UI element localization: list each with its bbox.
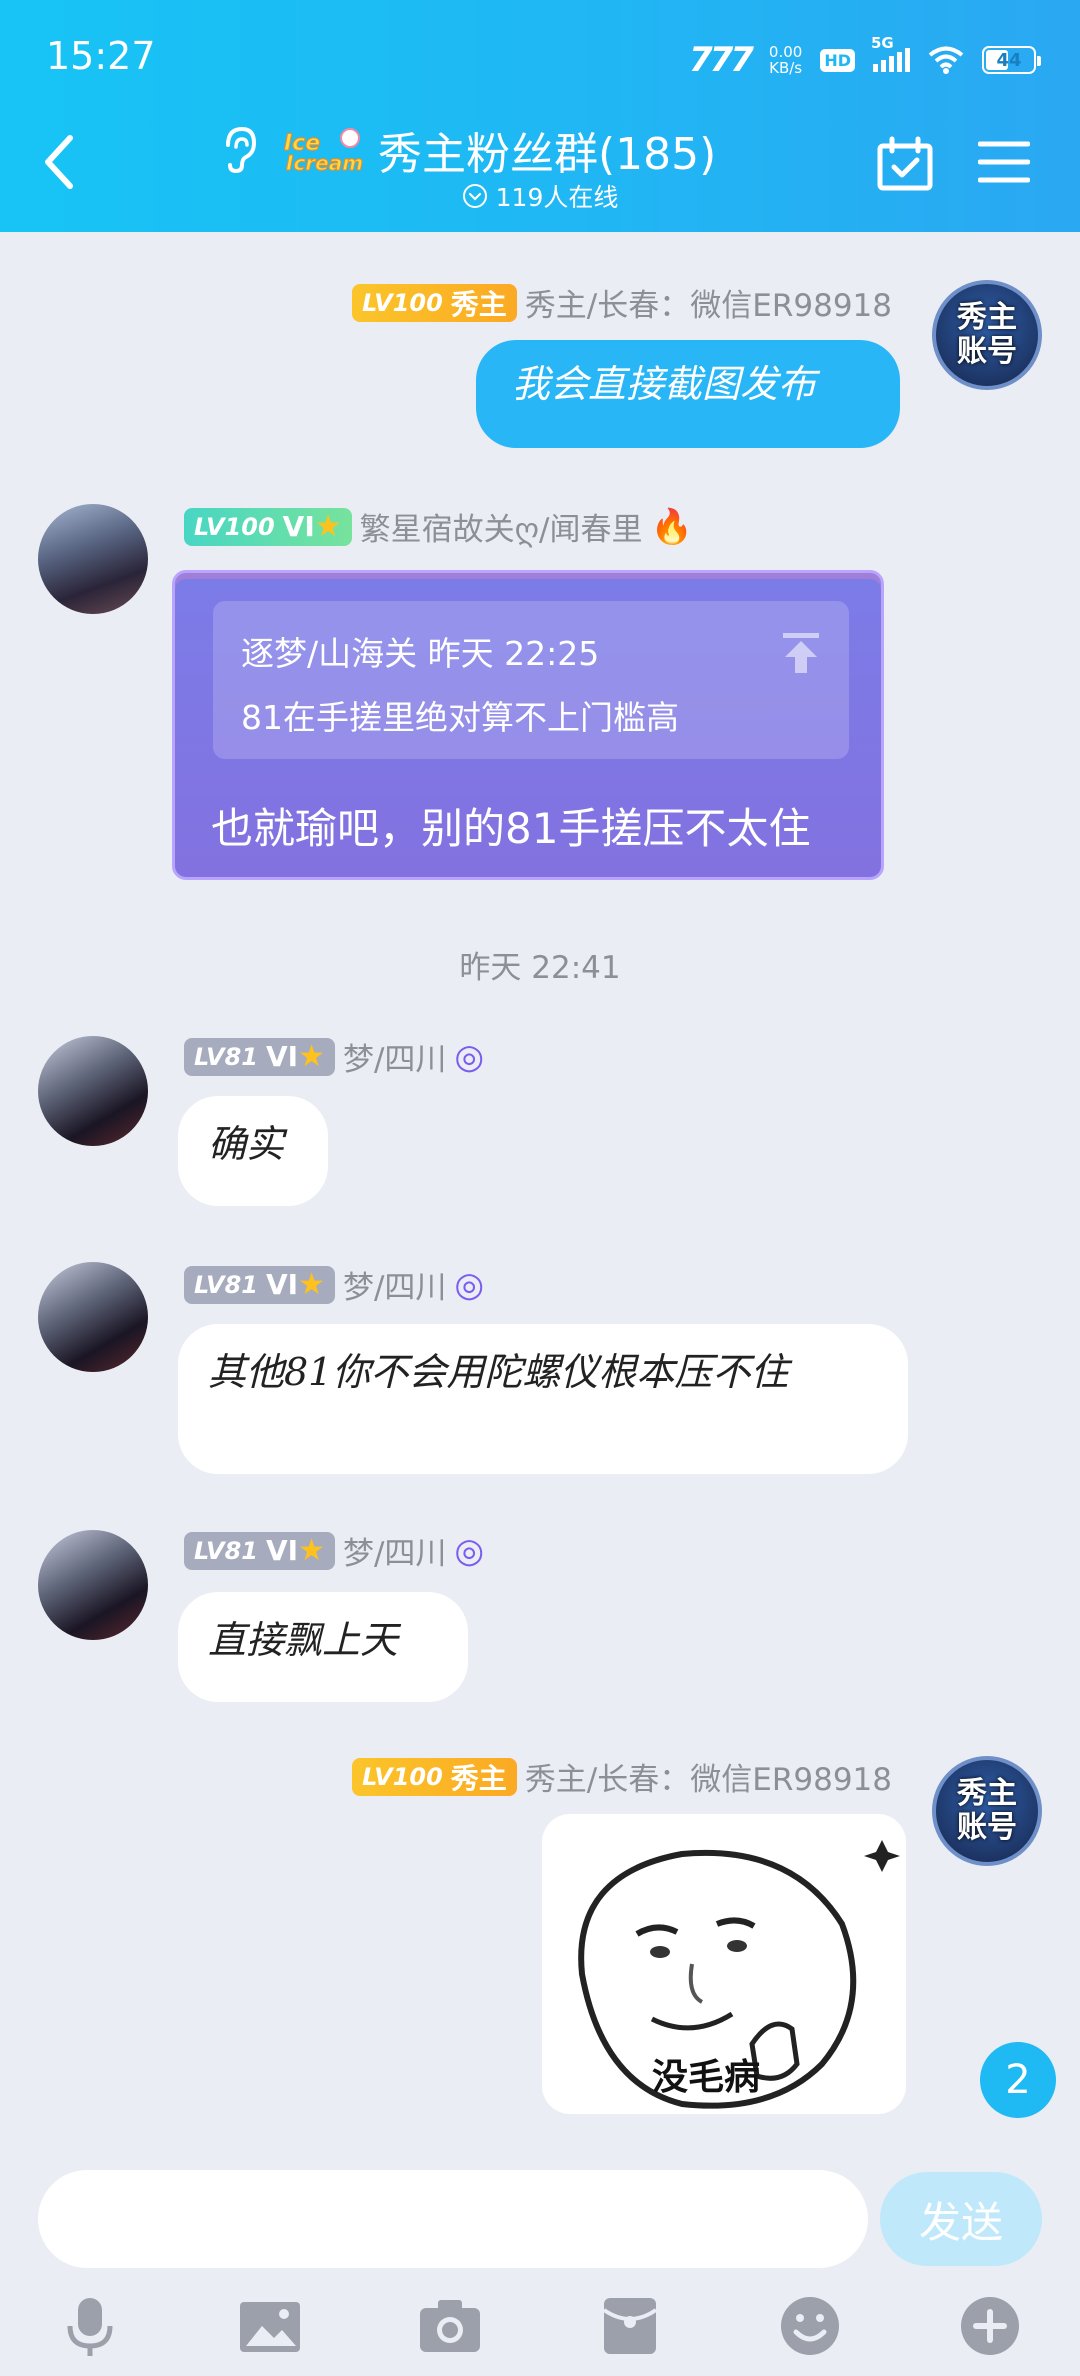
status-time: 15:27 bbox=[46, 34, 156, 78]
level-text: LV81 bbox=[194, 1270, 258, 1299]
title-text: VI bbox=[265, 1268, 299, 1301]
battery-icon: 44 bbox=[982, 46, 1041, 74]
message-text: 其他81你不会用陀螺仪根本压不住 bbox=[208, 1350, 789, 1394]
title-text: VI bbox=[265, 1040, 299, 1073]
message-meta: LV100 秀主 秀主/长春：微信ER98918 bbox=[352, 1754, 892, 1799]
message-bubble[interactable]: 直接飘上天 bbox=[178, 1592, 468, 1702]
star-icon: ★ bbox=[298, 1039, 325, 1074]
camera-icon[interactable] bbox=[418, 2294, 482, 2358]
message-text: 我会直接截图发布 bbox=[512, 362, 817, 406]
chat-header: 15:27 777 0.00 KB/s HD 5G 44 Ice Icream … bbox=[0, 0, 1080, 232]
sender-name: 梦/四川 bbox=[342, 1536, 447, 1572]
quote-text: 81在手搓里绝对算不上门槛高 bbox=[241, 698, 679, 737]
wifi-icon bbox=[928, 46, 964, 74]
title-text: 秀主 bbox=[450, 1761, 507, 1795]
sender-name: 秀主/长春：微信ER98918 bbox=[524, 288, 892, 324]
hd-icon: HD bbox=[820, 48, 855, 72]
avatar-text: 秀主 bbox=[957, 1776, 1017, 1811]
level-badge: LV81 VI ★ bbox=[184, 1037, 335, 1076]
level-badge: LV81 VI ★ bbox=[184, 1265, 335, 1304]
network-speed: 0.00 KB/s bbox=[769, 44, 802, 76]
level-badge: LV100 秀主 bbox=[352, 1757, 517, 1796]
avatar-text: 秀主 bbox=[957, 300, 1017, 335]
speed-unit: KB/s bbox=[769, 59, 803, 77]
time-separator: 昨天 22:41 bbox=[459, 950, 621, 986]
swirl-icon: ◎ bbox=[454, 1264, 485, 1305]
message-bubble[interactable]: 确实 bbox=[178, 1096, 328, 1206]
title-text: VI bbox=[282, 510, 315, 543]
title-text: VI bbox=[265, 1534, 299, 1567]
avatar-text: 账号 bbox=[957, 1810, 1017, 1845]
message-bubble[interactable]: 逐梦/山海关 昨天 22:25 81在手搓里绝对算不上门槛高 也就瑜吧，别的81… bbox=[172, 570, 884, 880]
chevron-down-circle-icon bbox=[462, 184, 487, 208]
group-title: 秀主粉丝群(185) bbox=[378, 129, 717, 180]
message-text: 确实 bbox=[208, 1122, 285, 1166]
message-meta: LV100 秀主 秀主/长春：微信ER98918 bbox=[352, 280, 892, 325]
carrier-logo: 777 bbox=[688, 40, 754, 80]
sender-name: 梦/四川 bbox=[342, 1042, 447, 1078]
avatar[interactable]: 秀主 账号 bbox=[932, 1756, 1042, 1866]
level-text: LV100 bbox=[362, 288, 443, 317]
sticker-caption: 没毛病 bbox=[652, 2057, 760, 2098]
battery-level: 44 bbox=[996, 49, 1022, 71]
level-text: LV81 bbox=[194, 1042, 258, 1071]
plus-icon[interactable] bbox=[958, 2294, 1022, 2358]
swirl-icon: ◎ bbox=[454, 1530, 485, 1571]
title-area[interactable]: Ice Icream 秀主粉丝群(185) bbox=[220, 118, 860, 182]
send-button[interactable]: 发送 bbox=[880, 2172, 1042, 2266]
emoji-icon[interactable] bbox=[778, 2294, 842, 2358]
sender-name: 秀主/长春：微信ER98918 bbox=[524, 1762, 892, 1798]
quoted-message[interactable]: 逐梦/山海关 昨天 22:25 81在手搓里绝对算不上门槛高 bbox=[213, 601, 849, 759]
image-icon[interactable] bbox=[238, 2294, 302, 2358]
avatar[interactable] bbox=[38, 1036, 148, 1146]
level-badge: LV100 秀主 bbox=[352, 283, 517, 322]
ice-cream-logo: Ice Icream bbox=[284, 128, 364, 174]
sender-name: 梦/四川 bbox=[342, 1270, 447, 1306]
avatar[interactable] bbox=[38, 1530, 148, 1640]
signal-icon: 5G bbox=[871, 34, 910, 72]
fire-icon: 🔥 bbox=[650, 506, 693, 547]
message-bubble[interactable]: 我会直接截图发布 bbox=[476, 340, 900, 448]
online-count: 119人在线 bbox=[495, 183, 619, 212]
avatar[interactable]: 秀主 账号 bbox=[932, 280, 1042, 390]
message-text: 直接飘上天 bbox=[208, 1618, 399, 1662]
message-bubble[interactable]: 其他81你不会用陀螺仪根本压不住 bbox=[178, 1324, 908, 1474]
message-meta: LV81 VI ★ 梦/四川 ◎ bbox=[184, 1034, 484, 1079]
status-icons: 777 0.00 KB/s HD 5G 44 bbox=[688, 34, 1041, 80]
star-icon: ★ bbox=[314, 509, 342, 544]
meme-face-icon: 没毛病 bbox=[578, 1840, 900, 2109]
svg-text:Icream: Icream bbox=[286, 151, 363, 174]
calendar-check-button[interactable] bbox=[876, 136, 934, 192]
quote-header: 逐梦/山海关 昨天 22:25 bbox=[241, 634, 600, 673]
ear-icon[interactable] bbox=[220, 125, 258, 175]
microphone-icon[interactable] bbox=[58, 2294, 122, 2358]
menu-button[interactable] bbox=[978, 138, 1030, 186]
level-badge: LV81 VI ★ bbox=[184, 1531, 335, 1570]
sticker-image[interactable]: 没毛病 bbox=[542, 1814, 906, 2114]
message-text: 也就瑜吧，别的81手搓压不太住 bbox=[211, 804, 811, 853]
network-type: 5G bbox=[871, 34, 894, 52]
red-packet-icon[interactable] bbox=[598, 2294, 662, 2358]
star-icon: ★ bbox=[298, 1267, 325, 1302]
star-icon: ★ bbox=[298, 1533, 325, 1568]
sender-name: 繁星宿故关ღ/闻春里 bbox=[359, 512, 643, 548]
message-meta: LV100 VI ★ 繁星宿故关ღ/闻春里 🔥 bbox=[184, 504, 693, 549]
message-input[interactable] bbox=[38, 2170, 868, 2268]
avatar[interactable] bbox=[38, 1262, 148, 1372]
level-text: LV100 bbox=[362, 1762, 443, 1791]
level-text: LV100 bbox=[194, 512, 275, 541]
avatar[interactable] bbox=[38, 504, 148, 614]
swirl-icon: ◎ bbox=[454, 1036, 485, 1077]
message-meta: LV81 VI ★ 梦/四川 ◎ bbox=[184, 1262, 484, 1307]
jump-to-top-icon[interactable] bbox=[781, 631, 821, 675]
avatar-text: 账号 bbox=[957, 334, 1017, 369]
unread-badge[interactable]: 2 bbox=[980, 2042, 1056, 2118]
level-badge: LV100 VI ★ bbox=[184, 507, 352, 546]
level-text: LV81 bbox=[194, 1536, 258, 1565]
title-text: 秀主 bbox=[450, 287, 507, 321]
message-meta: LV81 VI ★ 梦/四川 ◎ bbox=[184, 1528, 484, 1573]
input-toolbar bbox=[0, 2284, 1080, 2376]
